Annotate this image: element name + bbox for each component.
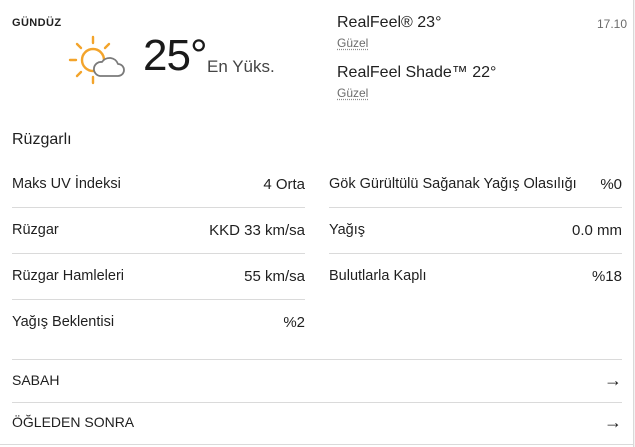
weather-phrase: Rüzgarlı — [12, 131, 72, 148]
timestamp: 17.10 — [597, 17, 628, 31]
detail-row-cloud-cover: Bulutlarla Kaplı %18 — [329, 253, 622, 299]
detail-label: Yağış Beklentisi — [12, 314, 115, 330]
realfeel-desc[interactable]: Güzel — [337, 36, 368, 50]
detail-value: %18 — [591, 267, 622, 285]
detail-label: Rüzgar — [12, 222, 59, 238]
detail-value: 55 km/sa — [244, 267, 305, 285]
card-bottom-divider — [0, 444, 634, 445]
detail-row-uv: Maks UV İndeksi 4 Orta — [12, 161, 305, 207]
realfeel-shade-value: RealFeel Shade™ 22° — [337, 64, 497, 81]
daypart-label: GÜNDÜZ — [12, 17, 62, 29]
nav-link-afternoon[interactable]: ÖĞLEDEN SONRA → — [12, 401, 622, 443]
detail-value: %2 — [283, 313, 305, 331]
arrow-right-icon: → — [604, 369, 622, 390]
detail-row-precip-probability: Yağış Beklentisi %2 — [12, 299, 305, 345]
partly-sunny-icon — [68, 35, 125, 85]
temperature-high: 25° — [143, 31, 208, 80]
nav-label: SABAH — [12, 372, 60, 388]
detail-row-wind: Rüzgar KKD 33 km/sa — [12, 207, 305, 253]
detail-label: Yağış — [329, 222, 366, 238]
realfeel-shade-desc[interactable]: Güzel — [337, 86, 368, 100]
detail-row-wind-gusts: Rüzgar Hamleleri 55 km/sa — [12, 253, 305, 299]
detail-value: 4 Orta — [263, 175, 305, 193]
daytime-forecast-card: GÜNDÜZ 25° En Yüks. RealFeel® 23° Güzel … — [0, 0, 634, 447]
detail-value: KKD 33 km/sa — [209, 221, 305, 239]
arrow-right-icon: → — [604, 411, 622, 432]
realfeel-value: RealFeel® 23° — [337, 14, 442, 31]
detail-label: Gök Gürültülü Sağanak Yağış Olasılığı — [329, 176, 577, 192]
detail-value: 0.0 mm — [571, 221, 622, 239]
nav-link-morning[interactable]: SABAH → — [12, 359, 622, 401]
detail-label: Maks UV İndeksi — [12, 176, 121, 192]
detail-label: Rüzgar Hamleleri — [12, 268, 125, 284]
detail-label: Bulutlarla Kaplı — [329, 268, 427, 284]
temperature-label: En Yüks. — [207, 57, 275, 76]
detail-row-thunderstorm: Gök Gürültülü Sağanak Yağış Olasılığı %0 — [329, 161, 622, 207]
nav-label: ÖĞLEDEN SONRA — [12, 414, 135, 430]
detail-value: %0 — [600, 175, 622, 193]
detail-row-precipitation: Yağış 0.0 mm — [329, 207, 622, 253]
